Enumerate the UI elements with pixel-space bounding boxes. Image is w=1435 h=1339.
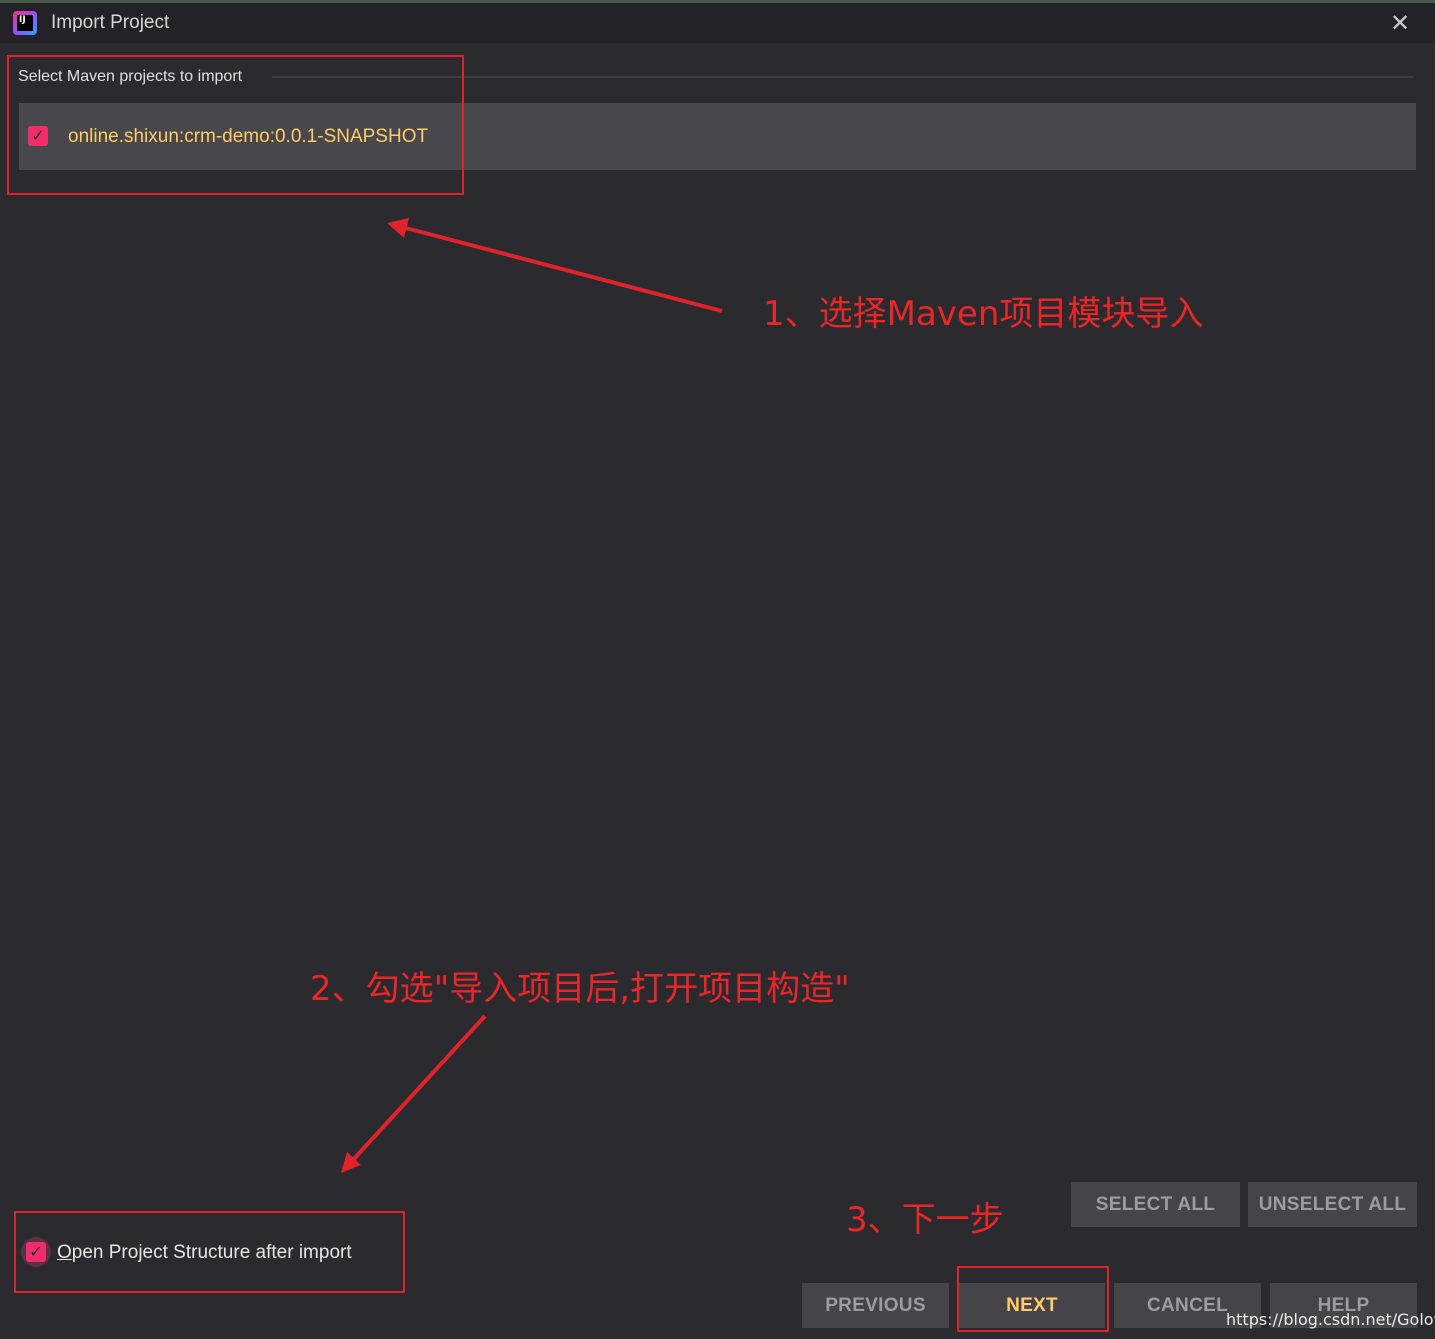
- app-icon-label: IJ: [19, 15, 26, 25]
- arrow-step2-line: [350, 1014, 487, 1163]
- open-structure-mnemonic: O: [57, 1242, 72, 1263]
- open-structure-checkbox-halo[interactable]: ✓: [21, 1237, 51, 1267]
- open-structure-checkbox[interactable]: ✓: [26, 1242, 46, 1262]
- select-all-button[interactable]: SELECT ALL: [1071, 1182, 1240, 1227]
- open-structure-label-text: pen Project Structure after import: [71, 1242, 352, 1263]
- arrow-step1-head: [387, 218, 409, 238]
- previous-button[interactable]: PREVIOUS: [802, 1283, 949, 1328]
- annotation-arrows: [341, 218, 723, 1173]
- unselect-all-button[interactable]: UNSELECT ALL: [1248, 1182, 1417, 1227]
- next-button[interactable]: NEXT: [959, 1283, 1105, 1328]
- arrow-step1-line: [401, 225, 723, 313]
- watermark: https://blog.csdn.net/Golovin: [1226, 1310, 1435, 1329]
- open-structure-label[interactable]: Open Project Structure after import: [57, 1242, 352, 1264]
